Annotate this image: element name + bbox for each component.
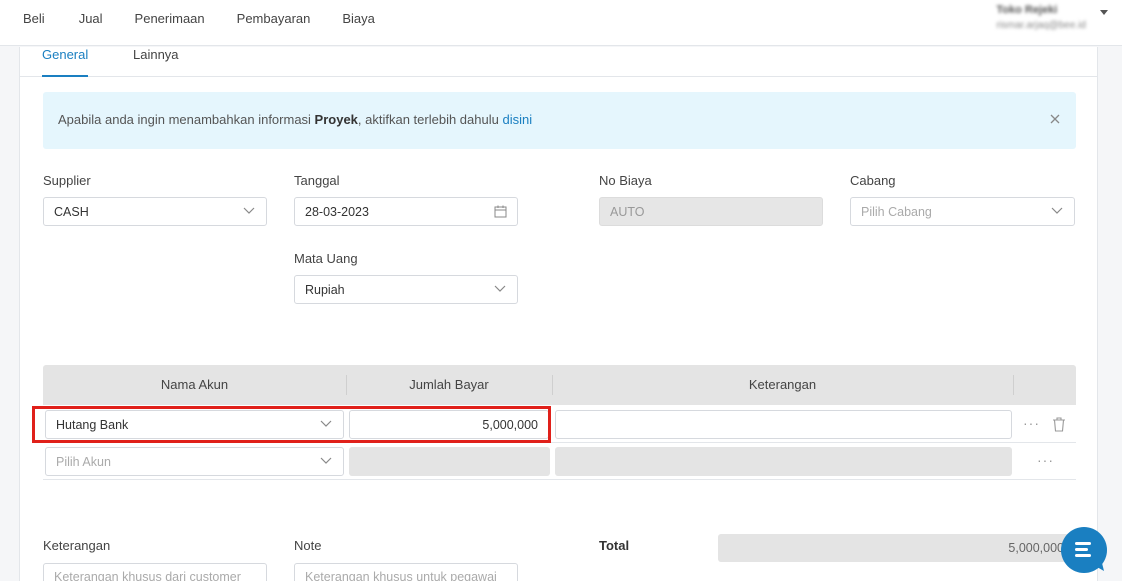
info-alert: Apabila anda ingin menambahkan informasi… (43, 92, 1076, 149)
cabang-placeholder: Pilih Cabang (861, 205, 932, 219)
total-value: 5,000,000 (1008, 541, 1064, 555)
highlight-box (32, 406, 551, 443)
mata-uang-label: Mata Uang (294, 251, 358, 266)
form-panel: General Lainnya Apabila anda ingin menam… (19, 47, 1098, 581)
caret-down-icon[interactable] (1100, 9, 1108, 15)
no-biaya-field: AUTO (599, 197, 823, 226)
new-row-jumlah-disabled (349, 447, 550, 476)
close-icon[interactable] (1048, 111, 1062, 127)
new-row-akun-placeholder: Pilih Akun (56, 455, 111, 469)
cabang-select[interactable]: Pilih Cabang (850, 197, 1075, 226)
menu-biaya[interactable]: Biaya (326, 0, 391, 38)
calendar-icon[interactable] (494, 205, 507, 218)
supplier-select[interactable]: CASH (43, 197, 267, 226)
note-textarea[interactable]: Keterangan khusus untuk pegawai (294, 563, 518, 581)
tab-lainnya-label: Lainnya (133, 47, 179, 62)
tanggal-value: 28-03-2023 (305, 205, 369, 219)
mata-uang-select[interactable]: Rupiah (294, 275, 518, 304)
menu-beli[interactable]: Beli (0, 0, 63, 38)
chevron-down-icon (243, 207, 255, 214)
trash-icon[interactable] (1052, 417, 1066, 432)
alert-middle: , aktifkan terlebih dahulu (357, 112, 503, 127)
tanggal-datepicker[interactable]: 28-03-2023 (294, 197, 518, 226)
more-options-icon[interactable]: ··· (1037, 452, 1054, 468)
alert-link[interactable]: disini (502, 112, 532, 127)
user-email: rismar.arjaq@bee.id (996, 20, 1086, 31)
main-menu: Beli Jual Penerimaan Pembayaran Biaya (0, 0, 391, 46)
total-field: 5,000,000 (718, 534, 1076, 562)
new-row-akun-select[interactable]: Pilih Akun (45, 447, 344, 476)
chat-button[interactable] (1061, 527, 1107, 573)
chevron-down-icon (1051, 207, 1063, 214)
row-divider (43, 479, 1076, 480)
tab-general-label: General (42, 47, 89, 62)
chevron-down-icon (494, 285, 506, 292)
tab-bar: General Lainnya (20, 47, 1097, 77)
note-label: Note (294, 538, 322, 553)
user-info: Toko Rejeki rismar.arjaq@bee.id (996, 2, 1086, 34)
user-name: Toko Rejeki (996, 4, 1058, 16)
no-biaya-label: No Biaya (599, 173, 652, 188)
no-biaya-value: AUTO (610, 205, 645, 219)
alert-message: Apabila anda ingin menambahkan informasi… (58, 112, 532, 127)
keterangan-placeholder: Keterangan khusus dari customer (54, 570, 241, 581)
menu-pembayaran[interactable]: Pembayaran (221, 0, 327, 38)
supplier-label: Supplier (43, 173, 91, 188)
chevron-down-icon (320, 457, 332, 464)
row-keterangan-input[interactable] (555, 410, 1012, 439)
header-separator (1013, 375, 1014, 395)
tanggal-label: Tanggal (294, 173, 340, 188)
total-label: Total (599, 538, 630, 553)
cabang-label: Cabang (850, 173, 896, 188)
tab-general[interactable]: General (42, 47, 89, 77)
header-keterangan: Keterangan (748, 377, 817, 392)
supplier-value: CASH (54, 205, 89, 219)
alert-prefix: Apabila anda ingin menambahkan informasi (58, 112, 315, 127)
top-navbar: Beli Jual Penerimaan Pembayaran Biaya To… (0, 0, 1122, 46)
header-jumlah-bayar: Jumlah Bayar (409, 377, 489, 392)
account-grid-header: Nama Akun Jumlah Bayar Keterangan (43, 365, 1076, 405)
header-nama-akun: Nama Akun (160, 377, 229, 392)
menu-penerimaan[interactable]: Penerimaan (119, 0, 221, 38)
more-options-icon[interactable]: ··· (1023, 415, 1040, 431)
user-menu[interactable]: Toko Rejeki rismar.arjaq@bee.id (996, 2, 1108, 34)
menu-jual[interactable]: Jual (63, 0, 119, 38)
alert-bold: Proyek (314, 112, 358, 127)
note-placeholder: Keterangan khusus untuk pegawai (305, 570, 497, 581)
tab-lainnya[interactable]: Lainnya (133, 47, 179, 77)
mata-uang-value: Rupiah (305, 283, 345, 297)
new-row-keterangan-disabled (555, 447, 1012, 476)
keterangan-label: Keterangan (43, 538, 111, 553)
chat-icon (1075, 542, 1104, 571)
keterangan-textarea[interactable]: Keterangan khusus dari customer (43, 563, 267, 581)
